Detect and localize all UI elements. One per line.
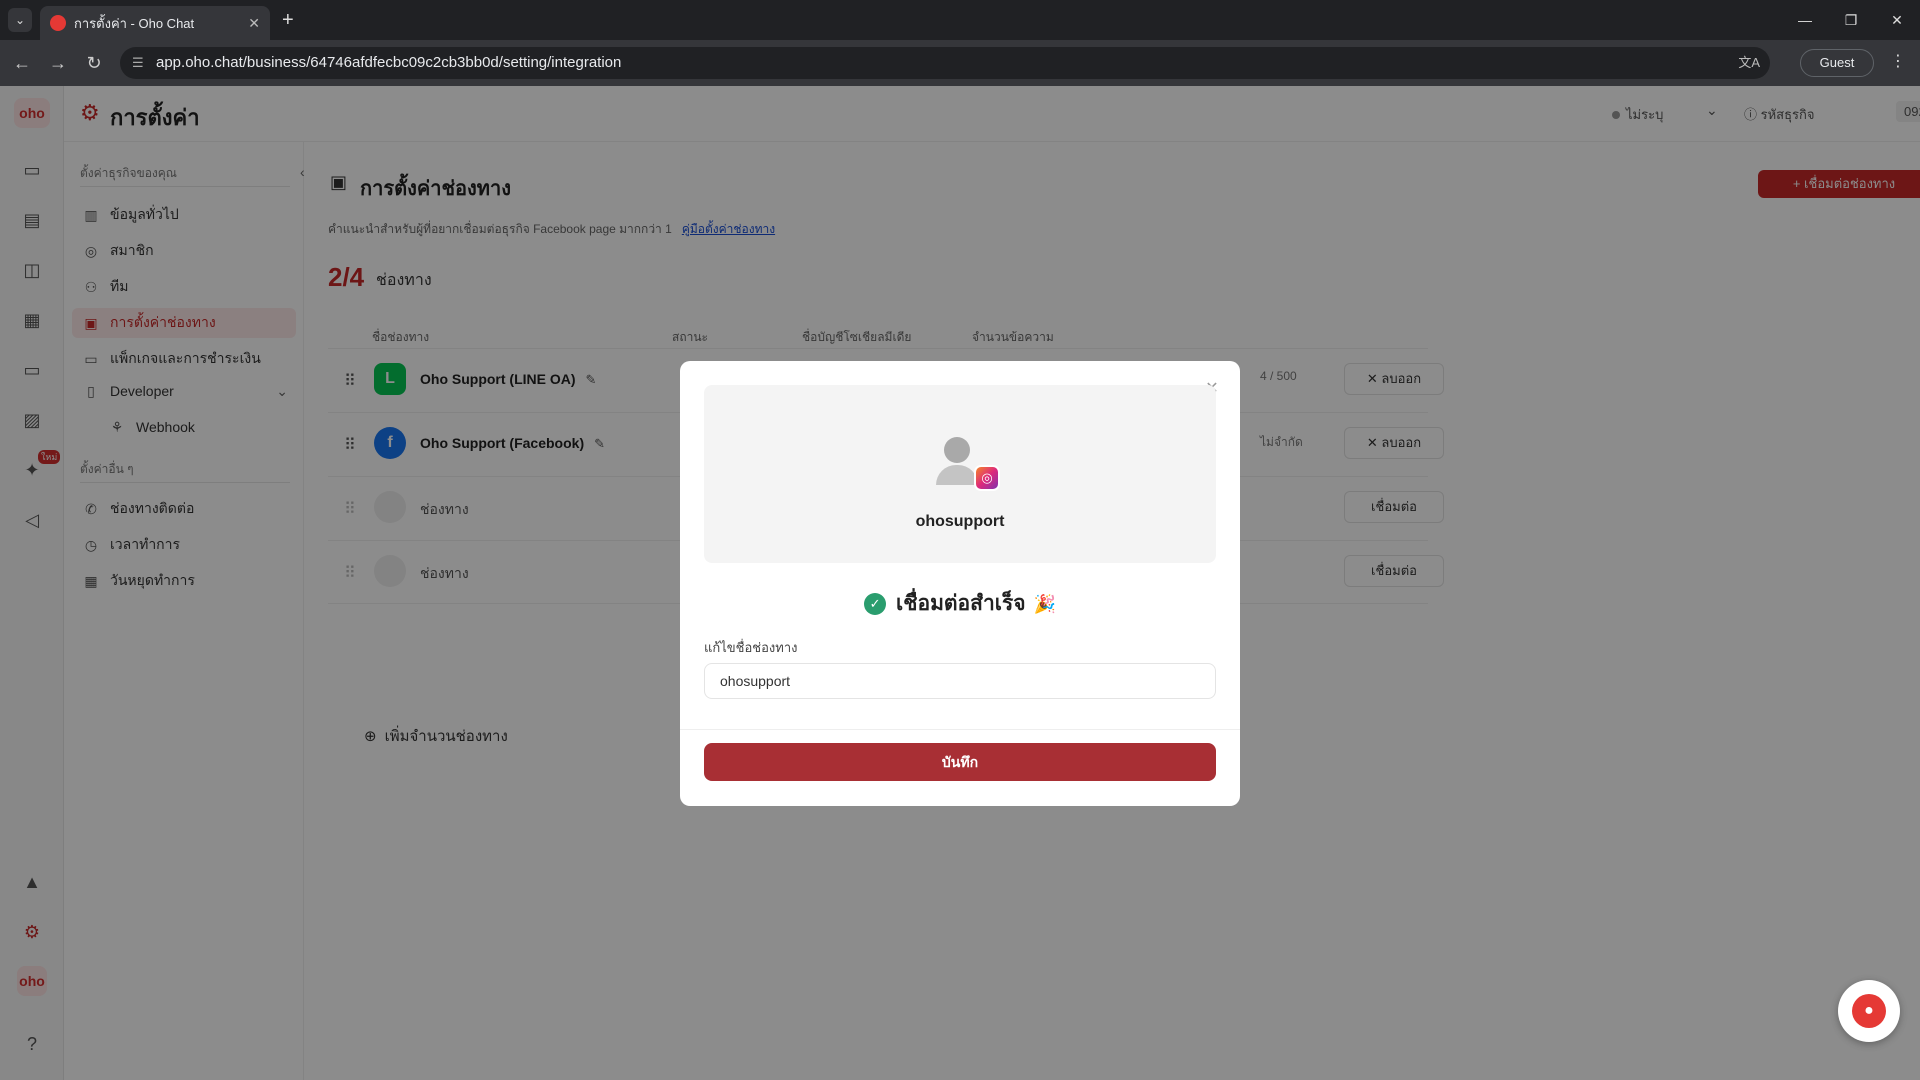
instagram-icon: ◎ <box>974 465 1000 491</box>
address-bar: ← → ↻ ☰ app.oho.chat/business/64746afdfe… <box>0 40 1920 86</box>
profile-label: Guest <box>1819 55 1855 70</box>
url-text: app.oho.chat/business/64746afdfecbc09c2c… <box>156 54 622 71</box>
channel-name-label: แก้ไขชื่อช่องทาง <box>704 640 798 655</box>
connection-success-dialog: ✕ ◎ ohosupport ✓เชื่อมต่อสำเร็จ🎉 แก้ไขชื… <box>680 361 1240 806</box>
url-input[interactable]: ☰ app.oho.chat/business/64746afdfecbc09c… <box>120 47 1770 79</box>
party-popper-icon: 🎉 <box>1033 594 1056 614</box>
divider <box>680 729 1240 730</box>
avatar-head <box>944 437 970 463</box>
chat-bubble-icon: ● <box>1852 994 1886 1028</box>
account-name: ohosupport <box>915 513 1005 530</box>
chat-support-button[interactable]: ● <box>1838 980 1900 1042</box>
reload-icon[interactable]: ↻ <box>82 51 106 75</box>
browser-tab[interactable]: การตั้งค่า - Oho Chat ✕ <box>40 6 270 40</box>
profile-button[interactable]: Guest <box>1800 49 1874 77</box>
site-info-icon[interactable]: ☰ <box>132 47 144 79</box>
new-tab-icon[interactable]: + <box>282 8 294 32</box>
avatar-body <box>936 465 978 485</box>
minimize-icon[interactable]: — <box>1782 0 1828 40</box>
browser-tabbar: ⌄ การตั้งค่า - Oho Chat ✕ + — ❐ ✕ <box>0 0 1920 40</box>
forward-icon[interactable]: → <box>46 51 70 75</box>
tab-close-icon[interactable]: ✕ <box>248 15 260 32</box>
success-text: เชื่อมต่อสำเร็จ <box>896 592 1026 615</box>
favicon-icon <box>50 15 66 31</box>
check-circle-icon: ✓ <box>864 593 887 616</box>
tab-title: การตั้งค่า - Oho Chat <box>74 15 195 31</box>
browser-menu-icon[interactable]: ⋮ <box>1890 51 1906 71</box>
avatar <box>936 437 978 487</box>
back-icon[interactable]: ← <box>10 51 34 75</box>
account-card: ◎ ohosupport <box>704 385 1216 563</box>
success-message: ✓ เชื่อมต่อสำเร็จ 🎉 <box>680 587 1240 620</box>
channel-name-input[interactable] <box>704 663 1216 699</box>
window-close-icon[interactable]: ✕ <box>1874 0 1920 40</box>
restore-icon[interactable]: ❐ <box>1828 0 1874 40</box>
translate-icon[interactable]: 文A <box>1738 47 1760 79</box>
save-button[interactable]: บันทึก <box>704 743 1216 781</box>
tab-search-icon[interactable]: ⌄ <box>8 8 32 32</box>
